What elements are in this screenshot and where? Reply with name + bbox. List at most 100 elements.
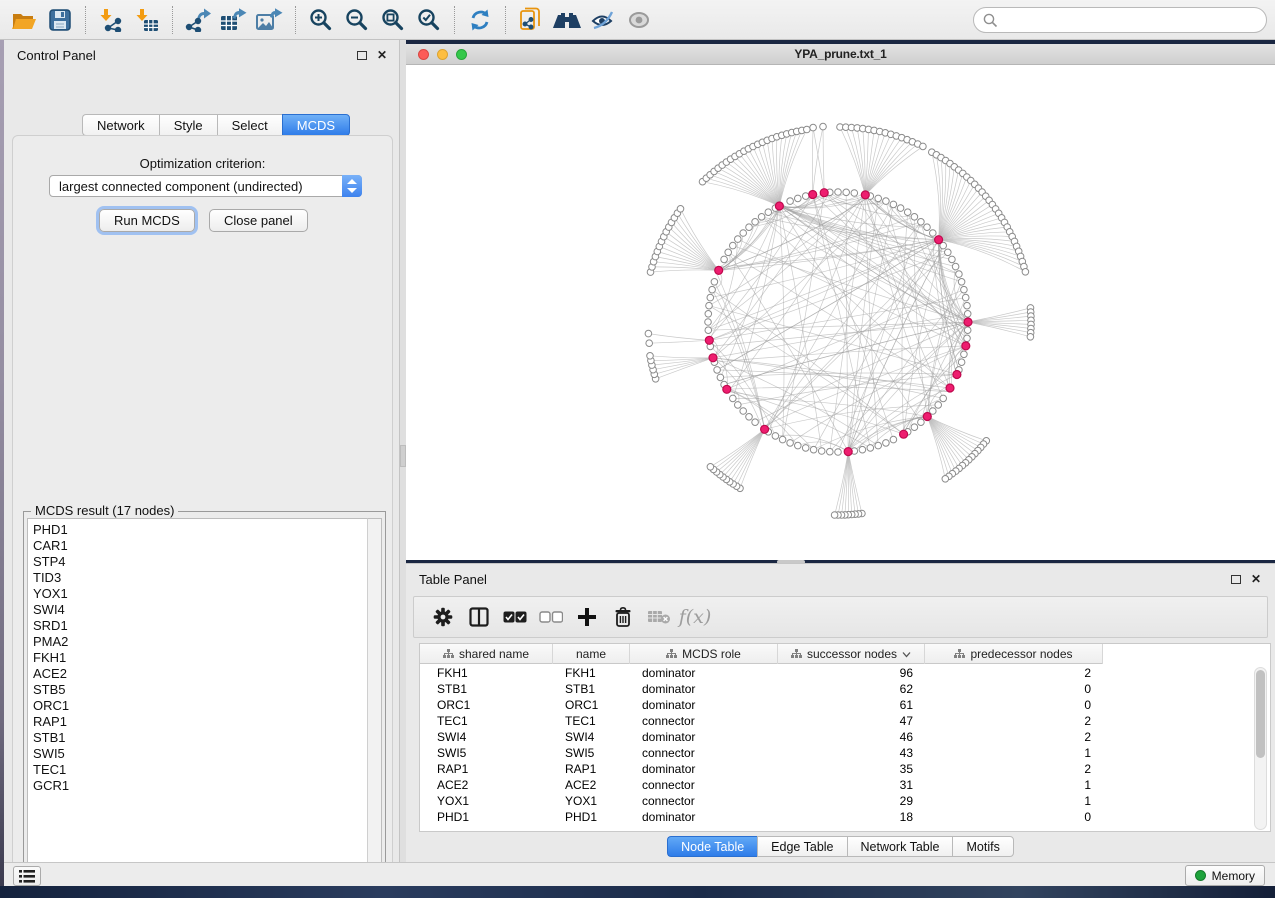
graph-node-mcds[interactable] — [723, 385, 731, 393]
graph-edge[interactable] — [664, 237, 719, 271]
run-mcds-button[interactable]: Run MCDS — [99, 209, 195, 232]
graph-edge[interactable] — [730, 429, 765, 482]
graph-node[interactable] — [795, 442, 802, 449]
cell-mcds-role[interactable]: dominator — [630, 665, 778, 681]
graph-edge[interactable] — [710, 322, 968, 346]
graph-node[interactable] — [964, 302, 971, 309]
mcds-result-item[interactable]: TID3 — [33, 570, 367, 586]
cell-mcds-role[interactable]: dominator — [630, 761, 778, 777]
graph-node[interactable] — [867, 445, 874, 452]
mcds-result-item[interactable]: GCR1 — [33, 778, 367, 794]
graph-edge[interactable] — [723, 429, 765, 477]
graph-node-mcds[interactable] — [964, 318, 972, 326]
close-table-panel-icon[interactable]: ✕ — [1251, 572, 1261, 586]
graph-node[interactable] — [890, 436, 897, 443]
cell-name[interactable]: ORC1 — [553, 697, 630, 713]
column-header-shared-name[interactable]: shared name — [420, 644, 553, 664]
graph-node[interactable] — [735, 236, 742, 243]
select-all-button[interactable] — [500, 602, 530, 632]
graph-node[interactable] — [940, 395, 947, 402]
cell-name[interactable]: YOX1 — [553, 793, 630, 809]
table-row[interactable]: ORC1ORC1dominator610 — [420, 697, 1270, 713]
graph-node[interactable] — [746, 414, 753, 421]
graph-edge[interactable] — [740, 429, 765, 488]
graph-node[interactable] — [779, 436, 786, 443]
table-row[interactable]: FKH1FKH1dominator962 — [420, 665, 1270, 681]
deselect-all-button[interactable] — [536, 602, 566, 632]
cell-successor-nodes[interactable]: 62 — [778, 681, 925, 697]
cell-shared-name[interactable]: RAP1 — [420, 761, 553, 777]
tab-node-table[interactable]: Node Table — [667, 836, 757, 857]
graph-node[interactable] — [705, 327, 712, 334]
graph-node-mcds[interactable] — [715, 266, 723, 274]
mcds-result-item[interactable]: FKH1 — [33, 650, 367, 666]
column-header-successor-nodes[interactable]: successor nodes — [778, 644, 925, 664]
graph-edge[interactable] — [656, 358, 713, 379]
graph-node[interactable] — [787, 440, 794, 447]
graph-node[interactable] — [1027, 334, 1034, 341]
cell-predecessor-nodes[interactable]: 0 — [925, 697, 1103, 713]
tab-style[interactable]: Style — [159, 114, 217, 136]
share-document-button[interactable] — [515, 4, 547, 36]
graph-edge[interactable] — [927, 417, 975, 454]
tab-edge-table[interactable]: Edge Table — [757, 836, 846, 857]
graph-edge[interactable] — [813, 127, 823, 195]
mcds-result-item[interactable]: RAP1 — [33, 714, 367, 730]
delete-table-button[interactable] — [644, 602, 674, 632]
task-history-button[interactable] — [13, 866, 41, 886]
cell-successor-nodes[interactable]: 29 — [778, 793, 925, 809]
import-network-button[interactable] — [95, 4, 127, 36]
table-row[interactable]: YOX1YOX1connector291 — [420, 793, 1270, 809]
graph-node[interactable] — [851, 190, 858, 197]
graph-node[interactable] — [717, 374, 724, 381]
cell-name[interactable]: ACE2 — [553, 777, 630, 793]
graph-edge[interactable] — [848, 452, 855, 515]
zoom-selected-button[interactable] — [413, 4, 445, 36]
mcds-result-item[interactable]: PMA2 — [33, 634, 367, 650]
graph-edge[interactable] — [726, 429, 764, 479]
graph-node-mcds[interactable] — [709, 354, 717, 362]
table-scrollbar[interactable] — [1254, 667, 1267, 830]
graph-node[interactable] — [752, 419, 759, 426]
graph-node[interactable] — [952, 263, 959, 270]
graph-node[interactable] — [714, 367, 721, 374]
cell-successor-nodes[interactable]: 46 — [778, 729, 925, 745]
table-row[interactable]: ACE2ACE2connector311 — [420, 777, 1270, 793]
table-settings-button[interactable] — [428, 602, 458, 632]
search-input[interactable] — [998, 13, 1266, 28]
mcds-result-item[interactable]: PHD1 — [33, 522, 367, 538]
graph-node[interactable] — [730, 242, 737, 249]
graph-edge[interactable] — [713, 314, 968, 358]
graph-node[interactable] — [918, 419, 925, 426]
graph-node-mcds[interactable] — [900, 430, 908, 438]
graph-node[interactable] — [958, 279, 965, 286]
cell-successor-nodes[interactable]: 96 — [778, 665, 925, 681]
cell-predecessor-nodes[interactable]: 1 — [925, 777, 1103, 793]
cell-name[interactable]: SWI4 — [553, 729, 630, 745]
cell-mcds-role[interactable]: dominator — [630, 729, 778, 745]
memory-button[interactable]: Memory — [1185, 865, 1265, 886]
graph-node[interactable] — [875, 442, 882, 449]
graph-node[interactable] — [964, 335, 971, 342]
tab-network[interactable]: Network — [82, 114, 159, 136]
graph-node-mcds[interactable] — [861, 191, 869, 199]
table-row[interactable]: RAP1RAP1dominator352 — [420, 761, 1270, 777]
graph-edge[interactable] — [927, 417, 969, 460]
graph-node[interactable] — [802, 193, 809, 200]
table-row[interactable]: SWI4SWI4dominator462 — [420, 729, 1270, 745]
float-table-panel-icon[interactable] — [1231, 575, 1241, 584]
graph-node[interactable] — [677, 206, 684, 213]
cell-successor-nodes[interactable]: 18 — [778, 809, 925, 825]
graph-node[interactable] — [787, 198, 794, 205]
graph-node[interactable] — [956, 271, 963, 278]
graph-node[interactable] — [945, 249, 952, 256]
mcds-result-item[interactable]: STB5 — [33, 682, 367, 698]
graph-node[interactable] — [859, 446, 866, 453]
cell-mcds-role[interactable]: dominator — [630, 681, 778, 697]
graph-node-mcds[interactable] — [844, 448, 852, 456]
graph-node[interactable] — [752, 219, 759, 226]
cell-predecessor-nodes[interactable]: 0 — [925, 681, 1103, 697]
graph-node[interactable] — [706, 302, 713, 309]
tab-mcds[interactable]: MCDS — [282, 114, 350, 136]
graph-node[interactable] — [924, 224, 931, 231]
